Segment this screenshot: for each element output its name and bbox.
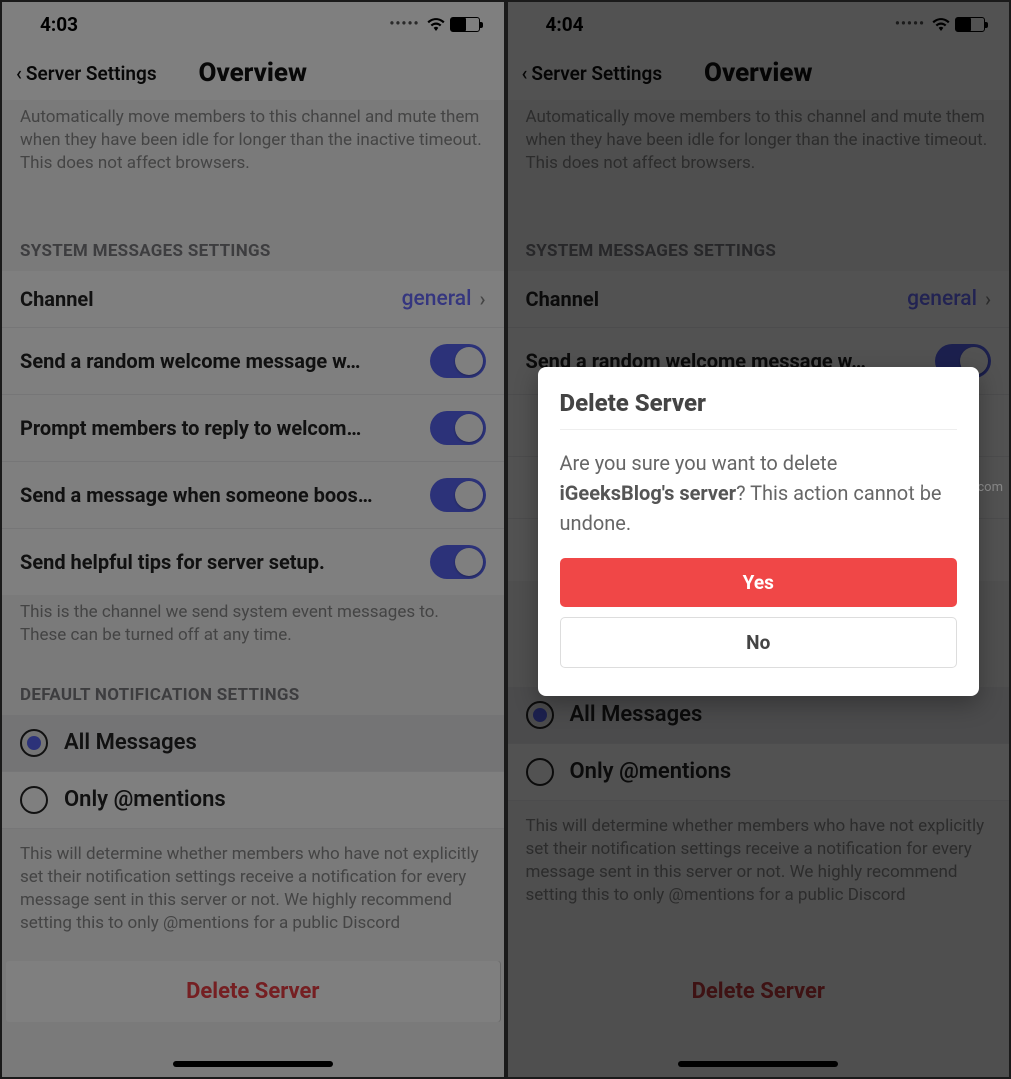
row-label: Send a random welcome message w…	[20, 349, 430, 373]
modal-no-button[interactable]: No	[560, 617, 958, 668]
sysmsg-help-text: This is the channel we send system event…	[2, 595, 504, 663]
row-label: Send helpful tips for server setup.	[20, 550, 430, 574]
row-value: general ›	[402, 287, 486, 311]
modal-body-bold: iGeeksBlog's server	[560, 481, 737, 505]
cell-dots: •••••	[389, 16, 419, 32]
watermark: www.deuaq.com	[906, 480, 1003, 495]
channel-value-text: general	[402, 287, 472, 311]
navbar: ‹ Server Settings Overview	[2, 46, 504, 100]
notif-help-text: This will determine whether members who …	[2, 829, 504, 951]
section-system-messages: SYSTEM MESSAGES SETTINGS	[2, 191, 504, 271]
delete-server-modal: Delete Server Are you sure you want to d…	[538, 367, 980, 696]
status-bar: 4:03 •••••	[2, 2, 504, 46]
row-toggle-tips[interactable]: Send helpful tips for server setup.	[2, 529, 504, 595]
phone-right: 4:04 ••••• ‹ Server Settings Overview Au…	[506, 0, 1011, 1079]
radio-label: Only @mentions	[64, 787, 226, 812]
chevron-left-icon: ‹	[16, 62, 22, 85]
row-toggle-boost[interactable]: Send a message when someone boos…	[2, 462, 504, 529]
home-indicator	[173, 1061, 333, 1067]
battery-icon	[450, 17, 480, 32]
content: Automatically move members to this chann…	[2, 100, 504, 950]
radio-label: All Messages	[64, 730, 197, 755]
row-toggle-welcome[interactable]: Send a random welcome message w…	[2, 328, 504, 395]
status-right: •••••	[389, 16, 479, 32]
back-button[interactable]: ‹ Server Settings	[16, 62, 157, 85]
row-label: Send a message when someone boos…	[20, 483, 430, 507]
modal-body: Are you sure you want to delete iGeeksBl…	[560, 448, 958, 538]
row-label: Channel	[20, 287, 402, 311]
button-label: Yes	[743, 571, 774, 594]
toggle-switch[interactable]	[430, 478, 486, 512]
delete-server-button[interactable]: Delete Server	[6, 961, 500, 1022]
radio-icon	[20, 729, 48, 757]
modal-title: Delete Server	[560, 389, 958, 417]
divider	[560, 429, 958, 430]
row-toggle-prompt[interactable]: Prompt members to reply to welcom…	[2, 395, 504, 462]
modal-body-prefix: Are you sure you want to delete	[560, 451, 838, 475]
status-time: 4:03	[40, 13, 78, 36]
wifi-icon	[426, 17, 446, 31]
button-label: No	[746, 631, 770, 654]
toggle-switch[interactable]	[430, 411, 486, 445]
row-label: Prompt members to reply to welcom…	[20, 416, 430, 440]
afk-help-text: Automatically move members to this chann…	[2, 100, 504, 191]
delete-label: Delete Server	[186, 979, 319, 1004]
radio-all-messages[interactable]: All Messages	[2, 715, 504, 772]
back-label: Server Settings	[26, 62, 157, 85]
chevron-right-icon: ›	[479, 287, 485, 311]
row-channel[interactable]: Channel general ›	[2, 271, 504, 328]
section-notifications: DEFAULT NOTIFICATION SETTINGS	[2, 663, 504, 715]
radio-only-mentions[interactable]: Only @mentions	[2, 772, 504, 829]
toggle-switch[interactable]	[430, 545, 486, 579]
modal-yes-button[interactable]: Yes	[560, 558, 958, 607]
toggle-switch[interactable]	[430, 344, 486, 378]
radio-icon	[20, 786, 48, 814]
phone-left: 4:03 ••••• ‹ Server Settings Overview Au…	[0, 0, 506, 1079]
